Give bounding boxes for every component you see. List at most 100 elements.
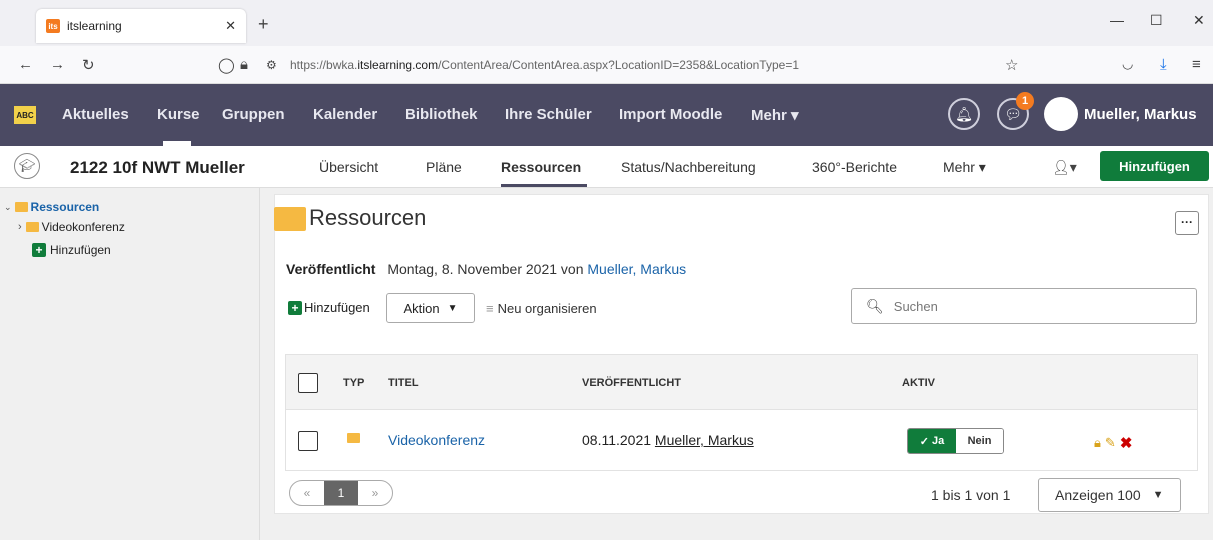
reorganize-label: Neu organisieren — [497, 301, 597, 316]
browser-nav-bar: ← → ↻ ◯ 🔒︎ ⚙ https://bwka.itslearning.co… — [0, 46, 1213, 84]
caret-down-icon: ▼ — [447, 302, 458, 314]
bookmark-star-icon[interactable]: ☆ — [1005, 56, 1018, 74]
delete-icon[interactable]: ✖ — [1120, 434, 1133, 452]
nav-bibliothek[interactable]: Bibliothek — [405, 106, 478, 123]
published-text: Montag, 8. November 2021 von — [387, 261, 584, 277]
tab-ressourcen[interactable]: Ressourcen — [501, 159, 581, 175]
row-checkbox[interactable] — [298, 431, 318, 451]
action-dropdown[interactable]: Aktion ▼ — [386, 293, 475, 323]
col-active: AKTIV — [902, 377, 935, 389]
tree-add-label[interactable]: Hinzufügen — [50, 243, 111, 257]
minimize-icon[interactable]: — — [1110, 12, 1124, 28]
maximize-icon[interactable]: ☐ — [1150, 12, 1163, 29]
tree-item-label[interactable]: Videokonferenz — [42, 220, 125, 234]
table-header: TYP TITEL VERÖFFENTLICHT AKTIV — [285, 354, 1198, 410]
col-published: VERÖFFENTLICHT — [582, 377, 681, 389]
tree-root-label[interactable]: Ressourcen — [31, 200, 100, 214]
user-name[interactable]: Mueller, Markus — [1084, 106, 1197, 123]
course-icon[interactable]: 🎓︎ — [14, 153, 40, 179]
current-page-button[interactable]: 1 — [324, 481, 358, 505]
school-logo-icon[interactable]: ABC — [14, 106, 36, 124]
course-title[interactable]: 2122 10f NWT Mueller — [70, 158, 245, 178]
edit-pencil-icon[interactable]: ✎ — [1105, 435, 1116, 451]
chevron-down-icon[interactable]: ⌄ — [4, 202, 12, 213]
row-actions: 🔒︎ ✎ ✖ — [1094, 434, 1132, 452]
browser-tab-bar: its itslearning ✕ + — ☐ ✕ — [0, 0, 1213, 46]
page-size-select[interactable]: Anzeigen 100 ▼ — [1038, 478, 1181, 512]
tab-status-nachbereitung[interactable]: Status/Nachbereitung — [621, 159, 756, 175]
row-title-link[interactable]: Videokonferenz — [388, 432, 485, 448]
result-count: 1 bis 1 von 1 — [931, 487, 1011, 503]
toggle-no[interactable]: Nein — [956, 429, 1003, 453]
folder-icon — [347, 433, 360, 443]
next-page-button[interactable]: » — [358, 486, 392, 500]
bell-icon[interactable]: 🔔︎ — [948, 98, 980, 130]
nav-kalender[interactable]: Kalender — [313, 106, 377, 123]
plus-icon: + — [32, 243, 46, 257]
back-icon[interactable]: ← — [18, 56, 33, 73]
active-tab-indicator — [501, 184, 587, 187]
col-title: TITEL — [388, 377, 419, 389]
tree-item-videokonferenz[interactable]: › Videokonferenz — [18, 220, 125, 234]
menu-icon[interactable]: ≡ — [1192, 56, 1201, 73]
itslearning-favicon-icon: its — [46, 19, 60, 33]
participants-icon[interactable]: 👤︎▾ — [1052, 159, 1077, 176]
nav-import-moodle[interactable]: Import Moodle — [619, 106, 722, 123]
active-toggle[interactable]: ✓ Ja Nein — [907, 428, 1004, 454]
browser-tab[interactable]: its itslearning ✕ — [36, 9, 246, 43]
avatar[interactable] — [1044, 97, 1078, 131]
action-label: Aktion — [403, 300, 440, 316]
folder-icon — [274, 207, 306, 231]
forward-icon[interactable]: → — [50, 56, 65, 73]
permissions-icon[interactable]: ⚙ — [266, 58, 277, 72]
select-all-checkbox[interactable] — [298, 373, 318, 393]
reorganize-button[interactable]: ≡ Neu organisieren — [486, 301, 597, 316]
nav-mehr[interactable]: Mehr ▾ — [751, 106, 799, 124]
tree-add[interactable]: + Hinzufügen — [32, 243, 111, 257]
nav-ihre-schueler[interactable]: Ihre Schüler — [505, 106, 592, 123]
prev-page-button[interactable]: « — [290, 486, 324, 500]
shield-icon[interactable]: ◯ — [218, 56, 235, 74]
tree-root-ressourcen[interactable]: ⌄ Ressourcen — [4, 200, 99, 214]
published-author-link[interactable]: Mueller, Markus — [587, 261, 686, 277]
chevron-right-icon[interactable]: › — [18, 221, 22, 233]
url-bar[interactable]: https://bwka.itslearning.com/ContentArea… — [290, 58, 799, 72]
nav-aktuelles[interactable]: Aktuelles — [62, 106, 129, 123]
tab-title: itslearning — [67, 19, 122, 33]
app-top-nav: ABC Aktuelles Kurse Gruppen Kalender Bib… — [0, 84, 1213, 146]
lock-icon[interactable]: 🔒︎ — [240, 56, 248, 73]
toggle-yes[interactable]: ✓ Ja — [908, 429, 956, 453]
tab-mehr[interactable]: Mehr ▾ — [943, 159, 986, 176]
search-input[interactable]: 🔍︎ Suchen — [851, 288, 1197, 324]
download-icon[interactable]: ⤓ — [1160, 56, 1167, 73]
folder-icon — [25, 222, 39, 232]
caret-down-icon: ▼ — [1152, 489, 1164, 501]
tab-uebersicht[interactable]: Übersicht — [319, 159, 378, 175]
tab-360-berichte[interactable]: 360°-Berichte — [812, 159, 897, 175]
table-row: Videokonferenz 08.11.2021 Mueller, Marku… — [285, 410, 1198, 471]
tab-close-icon[interactable]: ✕ — [225, 18, 236, 34]
pocket-icon[interactable]: ◡ — [1122, 56, 1133, 72]
search-placeholder: Suchen — [893, 298, 938, 314]
tab-plaene[interactable]: Pläne — [426, 159, 462, 175]
lock-icon[interactable]: 🔒︎ — [1094, 435, 1101, 451]
page-size-label: Anzeigen 100 — [1055, 487, 1141, 503]
col-type: TYP — [343, 377, 365, 389]
row-author-link[interactable]: Mueller, Markus — [655, 432, 754, 448]
published-line: Veröffentlicht Montag, 8. November 2021 … — [286, 261, 686, 277]
resource-tree: ⌄ Ressourcen › Videokonferenz + Hinzufüg… — [0, 188, 260, 540]
nav-kurse[interactable]: Kurse — [157, 106, 200, 123]
nav-gruppen[interactable]: Gruppen — [222, 106, 285, 123]
page-title: Ressourcen — [309, 205, 427, 230]
notification-badge: 1 — [1016, 92, 1034, 110]
search-icon: 🔍︎ — [866, 297, 884, 314]
add-button[interactable]: Hinzufügen — [1100, 151, 1209, 181]
course-header: 🎓︎ 2122 10f NWT Mueller Übersicht Pläne … — [0, 146, 1213, 188]
toolbar-add-label: Hinzufügen — [304, 300, 370, 315]
window-close-icon[interactable]: ✕ — [1193, 12, 1205, 29]
new-tab-icon[interactable]: + — [258, 14, 269, 35]
more-options-button[interactable]: ··· — [1175, 211, 1199, 235]
pagination: « 1 » — [289, 480, 393, 506]
toolbar-add-button[interactable]: + Hinzufügen — [288, 300, 370, 315]
reload-icon[interactable]: ↻ — [82, 56, 95, 74]
